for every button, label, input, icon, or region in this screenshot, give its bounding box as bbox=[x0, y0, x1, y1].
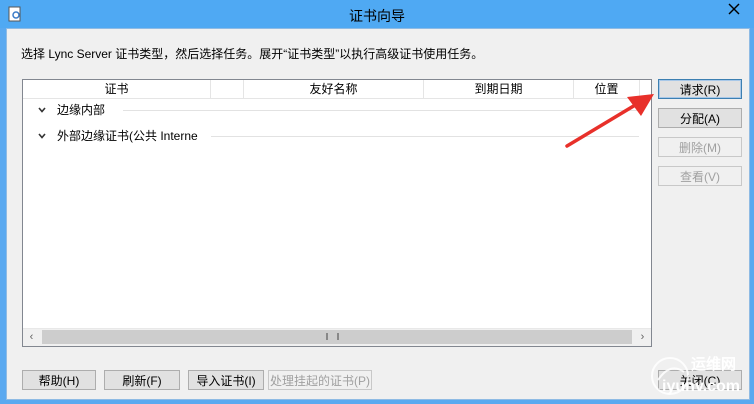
watermark-domain: iyunv.com bbox=[662, 378, 740, 395]
watermark-title: 运维网 bbox=[690, 356, 736, 373]
annotation-arrow-icon bbox=[565, 94, 654, 148]
